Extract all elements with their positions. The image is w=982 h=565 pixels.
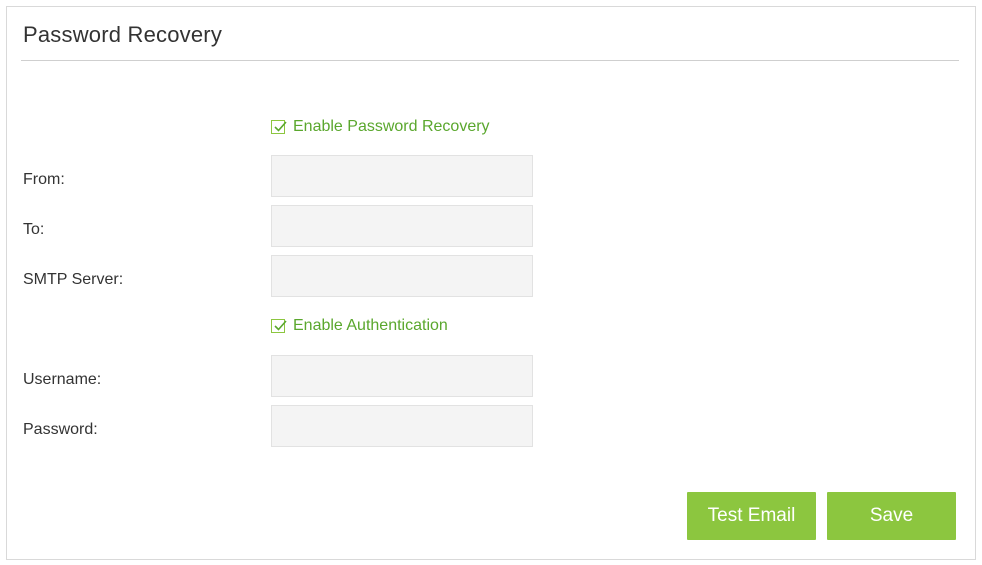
- from-field[interactable]: [271, 155, 533, 197]
- username-label: Username:: [23, 371, 102, 388]
- enable-authentication-checkbox[interactable]: Enable Authentication: [271, 317, 448, 335]
- checkbox-checked-icon: [271, 120, 287, 134]
- smtp-server-label: SMTP Server:: [23, 271, 124, 288]
- test-email-button[interactable]: Test Email: [687, 492, 816, 540]
- enable-password-recovery-label: Enable Password Recovery: [293, 118, 490, 135]
- page-title: Password Recovery: [23, 22, 223, 47]
- smtp-server-field[interactable]: [271, 255, 533, 297]
- enable-password-recovery-checkbox[interactable]: Enable Password Recovery: [271, 118, 490, 136]
- password-field[interactable]: [271, 405, 533, 447]
- enable-authentication-label: Enable Authentication: [293, 317, 448, 334]
- title-divider: [21, 60, 959, 61]
- save-button[interactable]: Save: [827, 492, 956, 540]
- to-field[interactable]: [271, 205, 533, 247]
- checkbox-checked-icon: [271, 319, 287, 333]
- password-recovery-panel: Password Recovery Enable Password Recove…: [6, 6, 976, 560]
- password-label: Password:: [23, 421, 98, 438]
- from-label: From:: [23, 171, 65, 188]
- username-field[interactable]: [271, 355, 533, 397]
- to-label: To:: [23, 221, 45, 238]
